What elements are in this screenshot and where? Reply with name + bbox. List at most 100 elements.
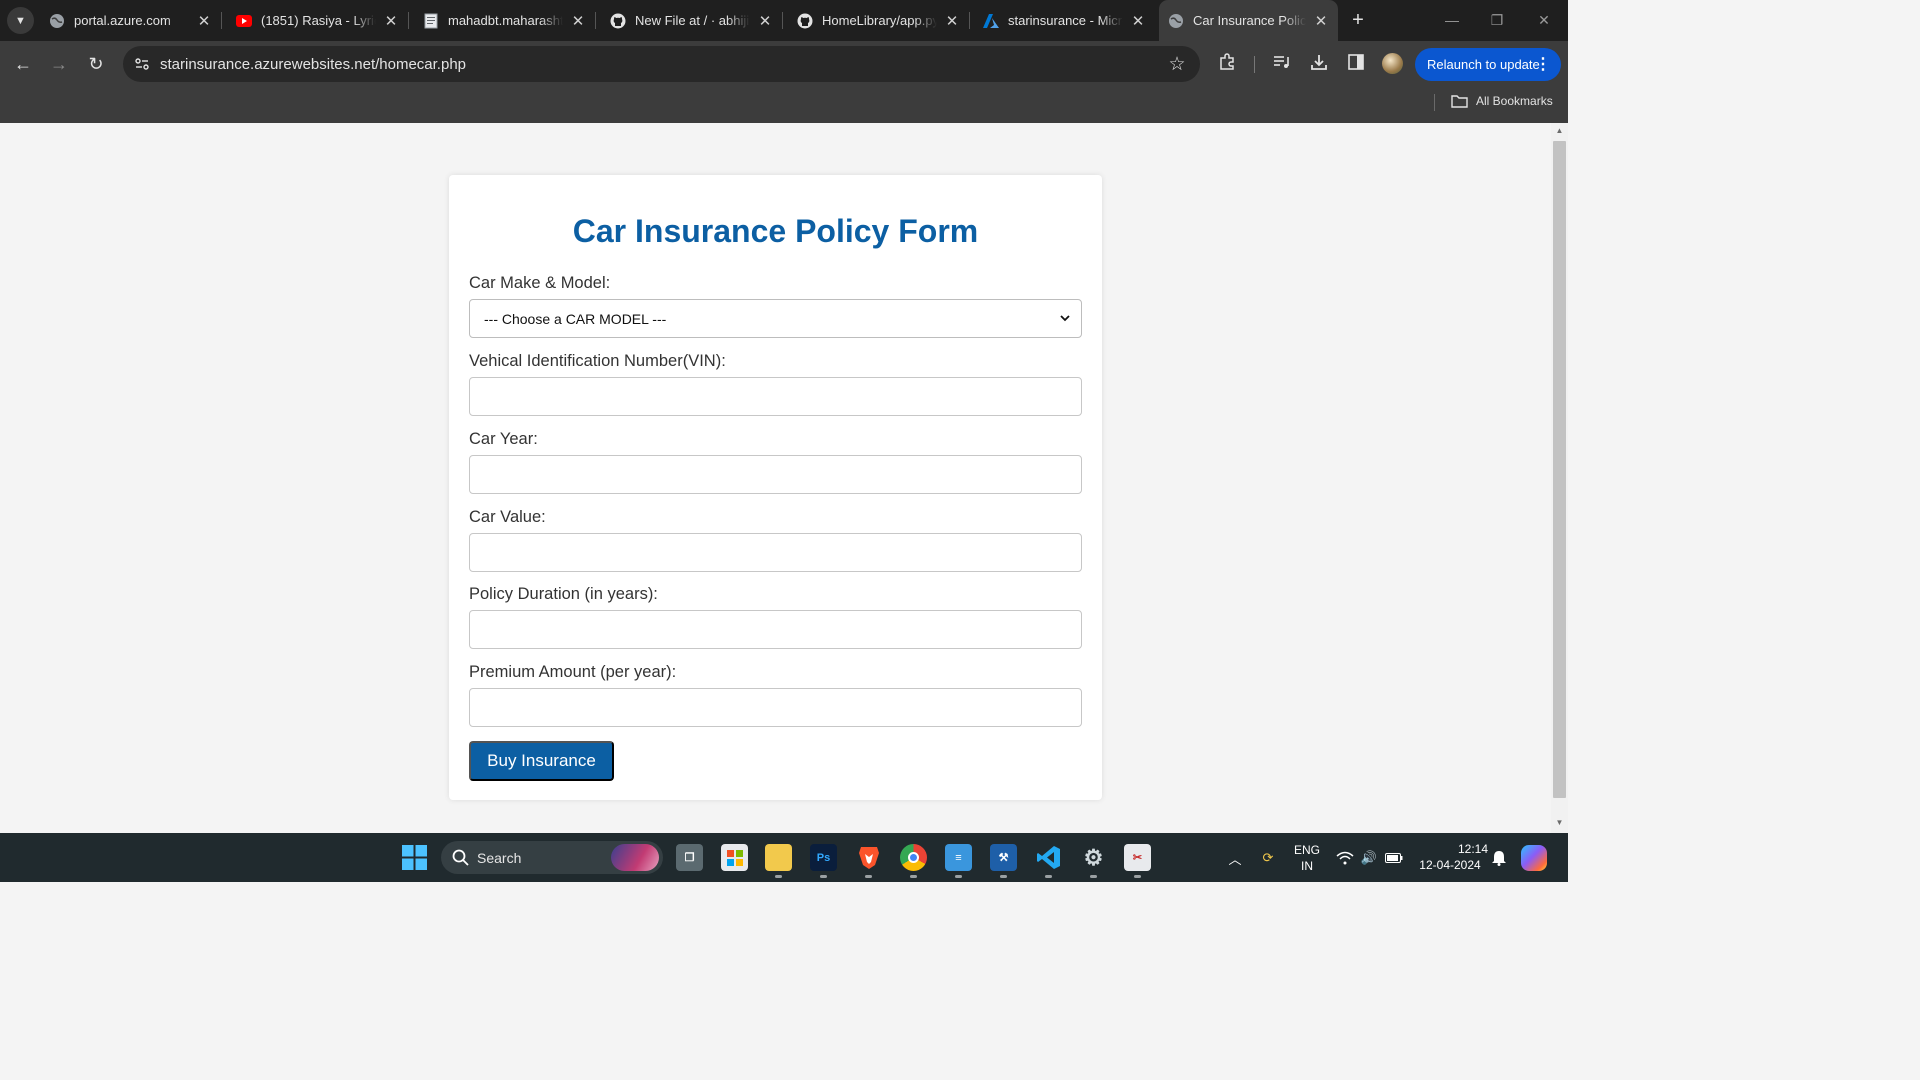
download-icon <box>1310 53 1328 76</box>
policy-duration-input[interactable] <box>469 610 1082 649</box>
insurance-form: Car Insurance Policy Form Car Make & Mod… <box>449 175 1102 800</box>
page-viewport: Car Insurance Policy Form Car Make & Mod… <box>0 123 1551 833</box>
new-tab-button[interactable]: + <box>1346 8 1370 32</box>
bookmark-star-icon[interactable]: ☆ <box>1166 53 1188 75</box>
clock[interactable]: 12:14 12-04-2024 <box>1412 841 1488 873</box>
clock-date: 12-04-2024 <box>1419 858 1481 872</box>
close-icon[interactable]: ✕ <box>569 12 587 30</box>
sql-tool-button[interactable]: ⚒ <box>990 844 1017 871</box>
page-scrollbar[interactable]: ▲ ▼ <box>1551 123 1568 833</box>
chrome-button[interactable] <box>900 844 927 871</box>
vscode-icon <box>1037 846 1060 869</box>
close-icon[interactable]: ✕ <box>756 12 774 30</box>
back-button[interactable]: ← <box>8 49 38 79</box>
all-bookmarks-button[interactable]: All Bookmarks <box>1451 94 1553 108</box>
tab-search-button[interactable]: ▼ <box>7 7 34 34</box>
start-button[interactable] <box>401 844 428 871</box>
globe-icon <box>49 13 65 29</box>
site-settings-icon[interactable] <box>133 55 151 73</box>
restore-icon: ❐ <box>1490 11 1504 28</box>
language-indicator[interactable]: ENG IN <box>1290 842 1324 874</box>
minimize-button[interactable]: — <box>1437 6 1467 34</box>
side-panel-icon <box>1348 53 1364 75</box>
region-label: IN <box>1301 859 1313 873</box>
close-window-button[interactable]: ✕ <box>1529 6 1559 34</box>
close-icon[interactable]: ✕ <box>1129 12 1147 30</box>
search-highlight-image <box>611 844 659 871</box>
vin-input[interactable] <box>469 377 1082 416</box>
show-hidden-icons-button[interactable]: ︿ <box>1226 849 1244 867</box>
sync-status-icon[interactable]: ⟳ <box>1259 849 1277 867</box>
profile-avatar[interactable] <box>1382 53 1403 74</box>
car-year-label: Car Year: <box>469 430 538 448</box>
taskbar-search[interactable]: Search <box>441 841 663 874</box>
snipping-tool-icon: ✂ <box>1132 852 1143 864</box>
buy-insurance-button[interactable]: Buy Insurance <box>469 741 614 781</box>
tab-title: HomeLibrary/app.py <box>822 13 937 28</box>
form-title: Car Insurance Policy Form <box>572 213 979 249</box>
forward-button[interactable]: → <box>44 49 74 79</box>
premium-amount-input[interactable] <box>469 688 1082 727</box>
notification-bell-icon[interactable] <box>1490 849 1508 867</box>
settings-button[interactable]: ⚙ <box>1080 844 1107 871</box>
close-icon[interactable]: ✕ <box>943 12 961 30</box>
battery-icon[interactable] <box>1385 849 1403 867</box>
bookmarks-bar: All Bookmarks <box>0 88 1568 123</box>
car-model-label: Car Make & Model: <box>469 274 611 292</box>
vin-label: Vehical Identification Number(VIN): <box>469 352 726 370</box>
tab-azure-starinsurance[interactable]: starinsurance - Microsoft Azure ✕ <box>975 0 1155 41</box>
close-icon[interactable]: ✕ <box>195 12 213 30</box>
restore-button[interactable]: ❐ <box>1482 6 1512 34</box>
snipping-tool-button[interactable]: ✂ <box>1124 844 1151 871</box>
brave-button[interactable] <box>855 844 882 871</box>
reload-icon: ↻ <box>88 53 104 74</box>
car-year-input[interactable] <box>469 455 1082 494</box>
tab-mahadbt[interactable]: mahadbt.maharashtra.gov.in ✕ <box>415 0 596 41</box>
tab-car-insurance[interactable]: Car Insurance Policy Form ✕ <box>1159 0 1338 41</box>
scrollbar-thumb[interactable] <box>1553 141 1566 798</box>
volume-icon[interactable]: 🔊 <box>1360 849 1378 867</box>
copilot-button[interactable] <box>1521 845 1547 871</box>
tab-title: Car Insurance Policy Form <box>1193 13 1306 28</box>
scroll-down-icon[interactable]: ▼ <box>1555 818 1564 827</box>
close-icon[interactable]: ✕ <box>382 12 400 30</box>
chevron-up-icon: ︿ <box>1228 851 1242 867</box>
github-icon <box>610 13 626 29</box>
relaunch-button[interactable]: Relaunch to update ⋮ <box>1415 48 1561 81</box>
scroll-up-icon[interactable]: ▲ <box>1555 126 1564 135</box>
more-vert-icon[interactable]: ⋮ <box>1535 54 1551 74</box>
relaunch-label: Relaunch to update <box>1427 57 1540 72</box>
store-icon <box>726 849 743 866</box>
side-panel-button[interactable] <box>1341 49 1371 79</box>
extensions-button[interactable] <box>1212 49 1242 79</box>
tab-github-homelibrary[interactable]: HomeLibrary/app.py ✕ <box>789 0 970 41</box>
tab-title: mahadbt.maharashtra.gov.in <box>448 13 563 28</box>
tab-portal-azure[interactable]: portal.azure.com ✕ <box>41 0 222 41</box>
tab-title: starinsurance - Microsoft Azure <box>1008 13 1123 28</box>
vscode-button[interactable] <box>1035 844 1062 871</box>
ms-store-button[interactable] <box>721 844 748 871</box>
close-icon[interactable]: ✕ <box>1312 12 1330 30</box>
file-explorer-button[interactable] <box>765 844 792 871</box>
car-value-input[interactable] <box>469 533 1082 572</box>
reload-button[interactable]: ↻ <box>81 49 111 79</box>
windows-taskbar: Search ❐ Ps ≡ ⚒ ⚙ ✂ ︿ ⟳ ENG IN 🔊 12:14 1… <box>0 833 1568 882</box>
car-model-select[interactable]: --- Choose a CAR MODEL --- <box>469 299 1082 338</box>
tab-github-new-file[interactable]: New File at / · abhijit ✕ <box>602 0 783 41</box>
car-value-label: Car Value: <box>469 508 546 526</box>
task-view-icon: ❐ <box>684 852 695 864</box>
url-text[interactable]: starinsurance.azurewebsites.net/homecar.… <box>160 56 466 73</box>
search-icon <box>452 849 469 866</box>
wifi-icon[interactable] <box>1336 849 1354 867</box>
browser-toolbar: ← → ↻ starinsurance.azurewebsites.net/ho… <box>0 41 1568 88</box>
globe-icon <box>1168 13 1184 29</box>
chevron-down-icon <box>1058 311 1072 325</box>
language-label: ENG <box>1293 843 1320 857</box>
notepad-button[interactable]: ≡ <box>945 844 972 871</box>
media-control-button[interactable] <box>1267 49 1297 79</box>
downloads-button[interactable] <box>1304 49 1334 79</box>
tab-youtube[interactable]: (1851) Rasiya - Lyric Video ✕ <box>228 0 409 41</box>
address-bar[interactable]: starinsurance.azurewebsites.net/homecar.… <box>123 46 1200 82</box>
task-view-button[interactable]: ❐ <box>676 844 703 871</box>
photoshop-button[interactable]: Ps <box>810 844 837 871</box>
